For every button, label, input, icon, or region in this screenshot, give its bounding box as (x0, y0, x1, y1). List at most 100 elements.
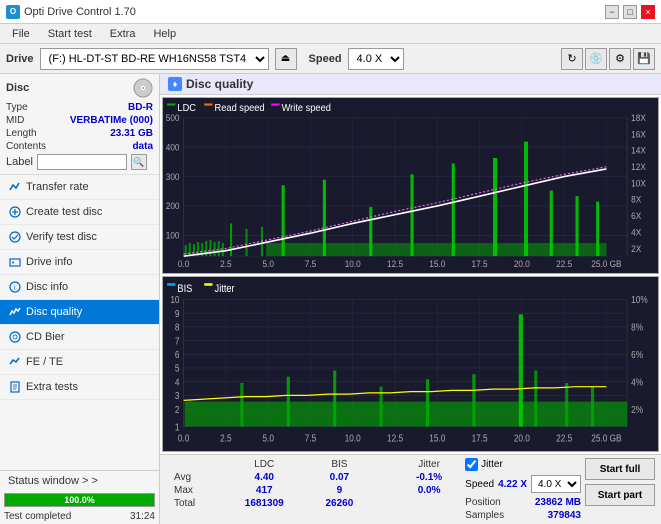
svg-text:8X: 8X (631, 194, 641, 204)
nav-drive-info[interactable]: Drive info (0, 250, 159, 275)
svg-text:22.5: 22.5 (556, 259, 572, 269)
progress-text: 100.0% (64, 495, 95, 505)
disc-icon (133, 78, 153, 98)
menu-start-test[interactable]: Start test (40, 26, 100, 42)
status-time: 31:24 (130, 511, 155, 522)
avg-bis: 0.07 (306, 471, 373, 484)
svg-text:200: 200 (166, 201, 180, 211)
disc-contents-label: Contents (6, 141, 46, 152)
eject-button[interactable]: ⏏ (275, 48, 297, 70)
disc-length-label: Length (6, 128, 37, 139)
bis-chart: BIS Jitter (162, 276, 659, 453)
stats-bar: LDC BIS Jitter Avg 4.40 0.07 -0.1% (160, 454, 661, 524)
col-empty (166, 458, 222, 471)
speed-label: Speed (309, 53, 342, 65)
maximize-button[interactable]: □ (623, 5, 637, 19)
menu-file[interactable]: File (4, 26, 38, 42)
title-bar: O Opti Drive Control 1.70 − □ × (0, 0, 661, 24)
drive-select[interactable]: (F:) HL-DT-ST BD-RE WH16NS58 TST4 (40, 48, 269, 70)
col-jitter-hdr: Jitter (397, 458, 461, 471)
disc-type-value: BD-R (128, 102, 153, 113)
disc-label-btn[interactable]: 🔍 (131, 154, 147, 170)
speed-info-label: Speed (465, 479, 494, 490)
nav-extra-tests[interactable]: Extra tests (0, 375, 159, 400)
svg-text:16X: 16X (631, 129, 646, 139)
save-icon-btn[interactable]: 💾 (633, 48, 655, 70)
progress-bar: 100.0% (4, 493, 155, 507)
col-ldc: LDC (222, 458, 306, 471)
svg-text:5.0: 5.0 (262, 259, 274, 269)
status-window-label: Status window > > (8, 475, 98, 487)
nav-fe-te-label: FE / TE (26, 356, 63, 368)
svg-text:2.5: 2.5 (220, 432, 231, 443)
create-disc-icon (8, 205, 22, 219)
menu-extra[interactable]: Extra (102, 26, 144, 42)
svg-text:7.5: 7.5 (305, 432, 316, 443)
menu-help[interactable]: Help (145, 26, 184, 42)
svg-text:0.0: 0.0 (178, 432, 189, 443)
position-value: 23862 MB (535, 497, 581, 508)
avg-ldc: 4.40 (222, 471, 306, 484)
minimize-button[interactable]: − (605, 5, 619, 19)
svg-text:4%: 4% (631, 376, 643, 387)
refresh-icon-btn[interactable]: ↻ (561, 48, 583, 70)
disc-label-label: Label (6, 156, 33, 168)
svg-text:0.0: 0.0 (178, 259, 190, 269)
transfer-rate-icon (8, 180, 22, 194)
total-bis: 26260 (306, 497, 373, 510)
disc-label-row: Label 🔍 (6, 154, 153, 170)
max-jitter: 0.0% (397, 484, 461, 497)
svg-text:2%: 2% (631, 404, 643, 415)
svg-text:20.0: 20.0 (514, 259, 530, 269)
disc-contents-row: Contents data (6, 141, 153, 152)
title-bar-controls: − □ × (605, 5, 655, 19)
nav-disc-quality-label: Disc quality (26, 306, 82, 318)
nav-disc-quality[interactable]: Disc quality (0, 300, 159, 325)
nav-drive-info-label: Drive info (26, 256, 72, 268)
ldc-chart-svg: LDC Read speed Write speed (163, 98, 658, 273)
speed-select[interactable]: 4.0 X (348, 48, 404, 70)
settings-icon-btn[interactable]: ⚙ (609, 48, 631, 70)
disc-quality-title: Disc quality (186, 77, 253, 91)
disc-label-input[interactable] (37, 154, 127, 170)
nav-verify-test-disc[interactable]: Verify test disc (0, 225, 159, 250)
status-row: Test completed 31:24 (0, 509, 159, 524)
disc-panel: Disc Type BD-R MID VERBATIMe (000) Lengt… (0, 74, 159, 175)
svg-text:7: 7 (175, 335, 180, 346)
speed-select-small[interactable]: 4.0 X (531, 475, 581, 493)
samples-value: 379843 (548, 510, 581, 521)
nav-transfer-rate[interactable]: Transfer rate (0, 175, 159, 200)
nav-fe-te[interactable]: FE / TE (0, 350, 159, 375)
status-window-btn[interactable]: Status window > > (0, 471, 159, 491)
disc-mid-value: VERBATIMe (000) (70, 115, 153, 126)
stats-table: LDC BIS Jitter Avg 4.40 0.07 -0.1% (166, 458, 461, 510)
disc-type-label: Type (6, 102, 28, 113)
svg-text:i: i (14, 285, 16, 292)
close-button[interactable]: × (641, 5, 655, 19)
total-jitter-empty (397, 497, 461, 510)
status-text: Test completed (4, 511, 71, 522)
svg-text:14X: 14X (631, 145, 646, 155)
nav-cd-bier[interactable]: CD Bier (0, 325, 159, 350)
nav-transfer-rate-label: Transfer rate (26, 181, 89, 193)
svg-text:10X: 10X (631, 178, 646, 188)
start-full-button[interactable]: Start full (585, 458, 655, 480)
start-part-button[interactable]: Start part (585, 484, 655, 506)
jitter-label: Jitter (481, 459, 503, 470)
svg-text:17.5: 17.5 (472, 432, 488, 443)
app-title: Opti Drive Control 1.70 (24, 6, 136, 18)
disc-icon-btn[interactable]: 💿 (585, 48, 607, 70)
status-bar: Status window > > 100.0% Test completed … (0, 470, 159, 524)
verify-icon (8, 230, 22, 244)
svg-text:25.0 GB: 25.0 GB (591, 259, 622, 269)
svg-text:10.0: 10.0 (345, 259, 361, 269)
svg-text:20.0: 20.0 (514, 432, 530, 443)
svg-text:12X: 12X (631, 162, 646, 172)
nav-disc-info[interactable]: i Disc info (0, 275, 159, 300)
drive-info-icon (8, 255, 22, 269)
samples-row: Samples 379843 (465, 510, 581, 521)
nav-create-test-disc[interactable]: Create test disc (0, 200, 159, 225)
jitter-checkbox[interactable] (465, 458, 478, 471)
svg-text:BIS: BIS (177, 283, 192, 295)
menu-bar: File Start test Extra Help (0, 24, 661, 44)
